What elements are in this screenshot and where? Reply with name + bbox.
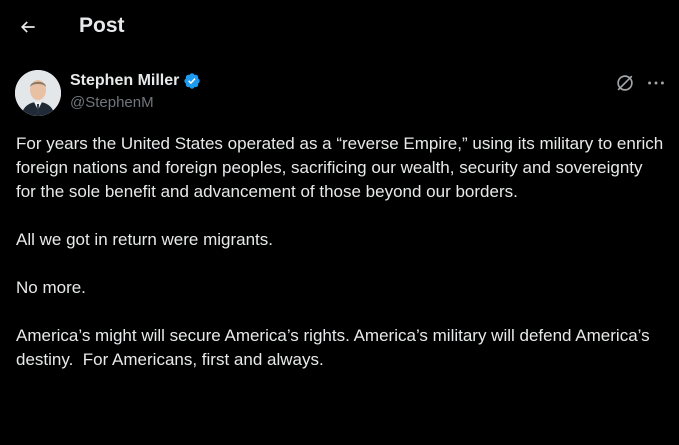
author-names: Stephen Miller @StephenM [70,70,201,111]
more-horizontal-icon[interactable] [645,72,667,94]
post-author: Stephen Miller @StephenM [15,68,665,120]
avatar[interactable] [15,70,61,116]
page-title: Post [79,14,125,37]
post-header: Post [0,0,679,53]
display-name-row: Stephen Miller [70,70,201,92]
post-text: For years the United States operated as … [16,132,666,396]
back-button[interactable] [14,13,42,41]
verified-badge-icon[interactable] [183,72,201,90]
grok-icon[interactable] [614,72,636,94]
author-display-name[interactable]: Stephen Miller [70,72,179,90]
post-paragraph: For years the United States operated as … [16,134,668,201]
arrow-left-icon [20,21,35,33]
post-paragraph: America’s might will secure America’s ri… [16,326,655,369]
post-paragraph: No more. [16,278,86,297]
author-handle[interactable]: @StephenM [70,94,201,111]
post-paragraph: All we got in return were migrants. [16,230,273,249]
